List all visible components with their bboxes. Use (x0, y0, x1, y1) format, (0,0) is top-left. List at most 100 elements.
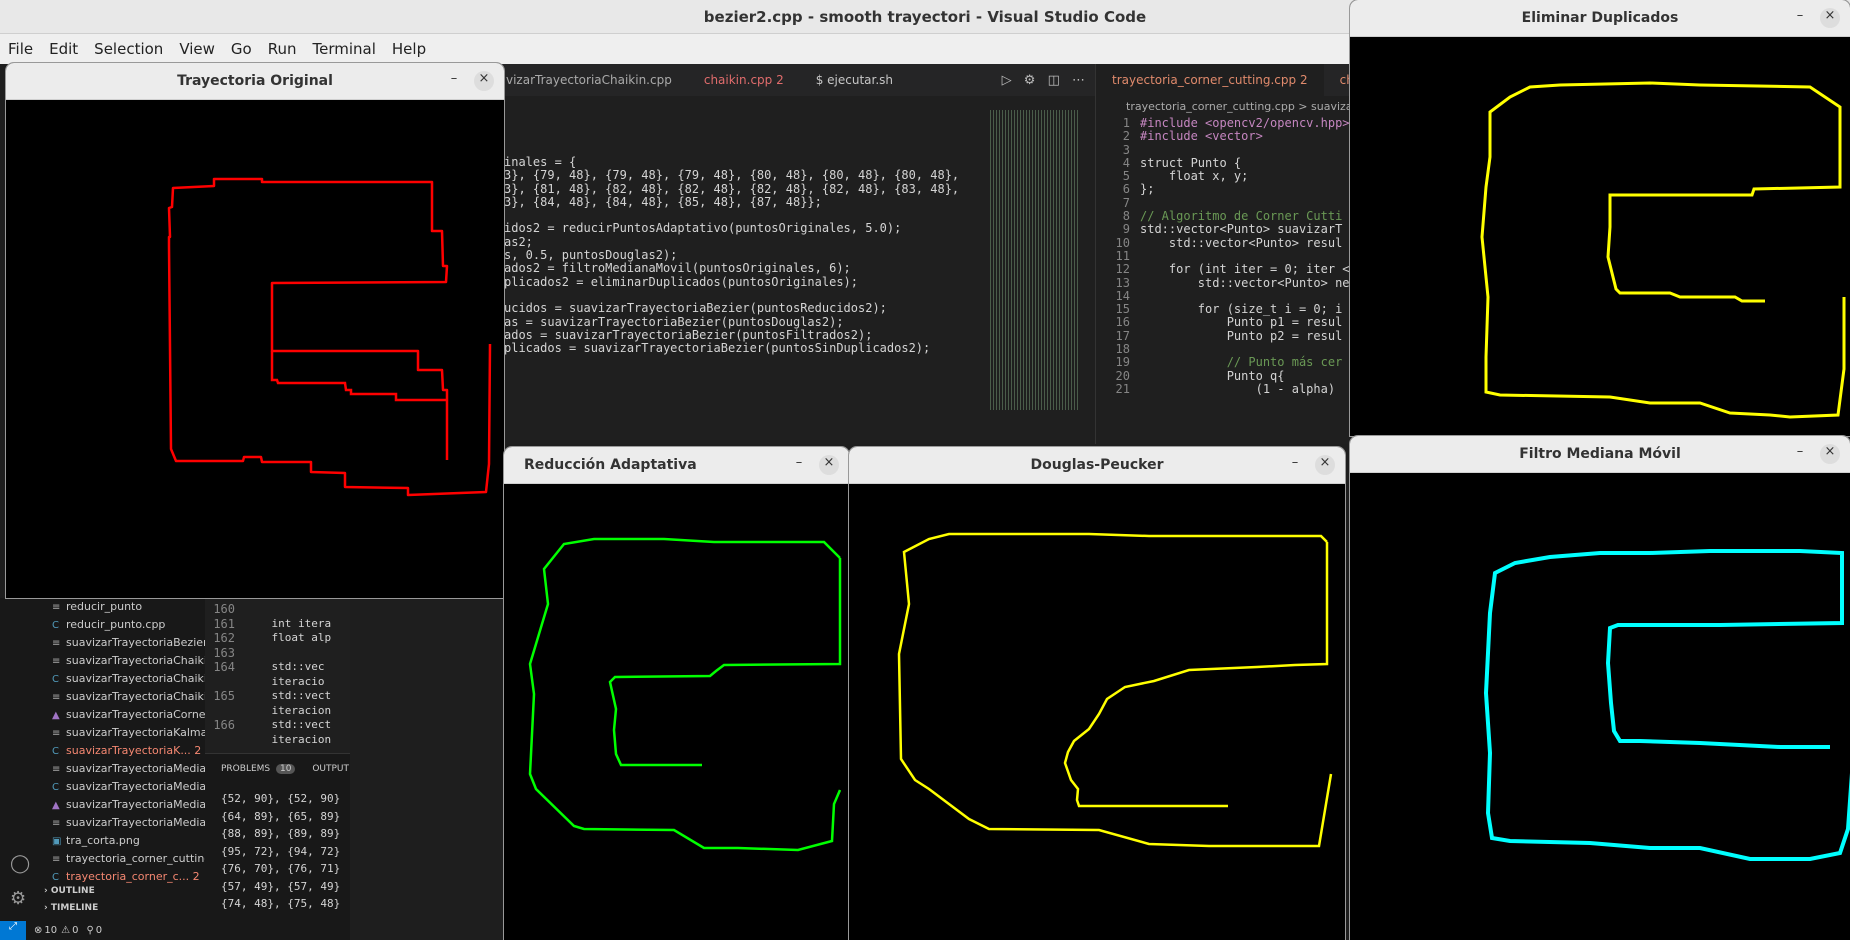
minimize-icon[interactable]: – (1790, 444, 1810, 464)
window-filtro-mediana-movil[interactable]: Filtro Mediana Móvil – × (1350, 436, 1850, 940)
bottom-panel: PROBLEMS 10 OUTPUT {52, 90}, {52, 90} {64… (205, 753, 350, 922)
close-icon[interactable]: × (1820, 444, 1840, 464)
sidebar-file-item[interactable]: ▲ suavizarTrayectoriaCorne... (40, 706, 216, 724)
list-icon: ≡ (52, 854, 61, 865)
sidebar-file-label: reducir_punto.cpp (66, 618, 166, 631)
menu-selection[interactable]: Selection (86, 40, 171, 58)
chevron-right-icon: › (44, 886, 48, 896)
outline-section[interactable]: › OUTLINE (44, 886, 95, 896)
trajectory-canvas (897, 532, 1333, 848)
right-code[interactable]: 1 2 3 4 5 6 7 8 9 10 11 12 13 14 15 16 17 18 19 20 21 #includ… (1096, 116, 1351, 396)
sidebar-file-item[interactable]: ≡ suavizarTrayectoriaKalman (40, 724, 214, 742)
sidebar-file-item[interactable]: Creducir_punto.cpp (40, 616, 205, 634)
sidebar-file-item[interactable]: ≡ suavizarTrayectoriaMedia... (40, 760, 217, 778)
error-icon[interactable]: ⊗ (34, 925, 42, 936)
trajectory-canvas (167, 177, 492, 497)
minimize-icon[interactable]: – (1790, 8, 1810, 28)
warning-icon[interactable]: ⚠ (61, 925, 70, 936)
window-douglas-peucker[interactable]: Douglas-Peucker – × (849, 447, 1345, 940)
more-icon[interactable]: ⋯ (1072, 73, 1085, 88)
line-number: 161 (213, 616, 235, 631)
timeline-section[interactable]: › TIMELINE (44, 903, 98, 913)
lower-code[interactable]: 160 161 162 163 164 165 166 int itera float al… (205, 598, 350, 747)
code-line: iteracio (245, 674, 325, 688)
sidebar-file-label: suavizarTrayectoriaK... 2 (66, 744, 202, 757)
ports-count: 0 (95, 925, 103, 936)
list-icon: ≡ (52, 818, 61, 829)
gear-icon[interactable]: ⚙ (10, 888, 26, 909)
code-line: for (int iter = 0; iter < (1140, 262, 1350, 277)
sidebar-file-label: tra_corta.png (66, 834, 140, 847)
output-tab[interactable]: OUTPUT (312, 764, 349, 774)
line-number (205, 733, 235, 748)
sidebar-file-item[interactable]: ≡ suavizarTrayectoriaBezier (40, 634, 208, 652)
close-icon[interactable]: × (1315, 455, 1335, 475)
split-editor-icon[interactable]: ◫ (1048, 73, 1060, 88)
close-icon[interactable]: × (819, 455, 839, 475)
breadcrumb[interactable]: trayectoria_corner_cutting.cpp > suaviza… (1096, 96, 1364, 117)
menu-terminal[interactable]: Terminal (305, 40, 384, 58)
line-number: 10 (1115, 235, 1130, 250)
line-number: 2 (1122, 129, 1130, 144)
close-icon[interactable]: × (474, 71, 494, 91)
chevron-right-icon: › (44, 903, 48, 913)
window-title: Reducción Adaptativa (524, 457, 697, 473)
code-line: Punto p2 = resul (1140, 328, 1343, 343)
tab-chaikin[interactable]: chaikin.cpp 2 (688, 64, 800, 96)
minimize-icon[interactable]: – (789, 455, 809, 475)
terminal-line: {95, 72}, {94, 72} (221, 844, 341, 858)
tab-corner-cutting[interactable]: trayectoria_corner_cutting.cpp 2 (1096, 64, 1324, 96)
trajectory-canvas (528, 537, 842, 852)
menu-view[interactable]: View (171, 40, 223, 58)
problems-tab[interactable]: PROBLEMS (221, 764, 270, 774)
tab-chaikin-smoothing[interactable]: vizarTrayectoriaChaikin.cpp (490, 64, 688, 96)
gear-icon[interactable]: ⚙ (1024, 73, 1036, 88)
sidebar-file-item[interactable]: ▣ tra_corta.png (40, 832, 205, 850)
trajectory-line (608, 558, 842, 767)
cpp-icon: C (52, 746, 59, 757)
sidebar-file-label: suavizarTrayectoriaMedia... (66, 762, 217, 775)
terminal-line: {74, 48}, {75, 48} (221, 897, 341, 910)
window-trayectoria-original[interactable]: Trayectoria Original – × (6, 63, 504, 598)
sidebar-file-item[interactable]: CsuavizarTrayectoriaChaiki... (40, 670, 217, 688)
sidebar-file-item[interactable]: CsuavizarTrayectoriaMedia... (40, 778, 217, 796)
sidebar-file-item[interactable]: ≡ suavizarTrayectoriaMedia... (40, 814, 217, 832)
remote-icon[interactable]: ⤢ (0, 921, 26, 940)
run-icon[interactable]: ▷ (1002, 73, 1012, 88)
sidebar-file-label: suavizarTrayectoriaMedia... (66, 816, 217, 829)
sidebar-file-item[interactable]: ≡ suavizarTrayectoriaChaikin (40, 652, 214, 670)
line-number (205, 675, 235, 690)
outline-label: OUTLINE (50, 886, 95, 896)
sidebar-file-item[interactable]: CsuavizarTrayectoriaK... 2 (40, 742, 205, 760)
line-number (205, 704, 235, 719)
window-eliminar-duplicados[interactable]: Eliminar Duplicados – × (1350, 0, 1850, 436)
terminal-output[interactable]: {52, 90}, {52, 90} {64, 89}, {65, 89} {88,… (205, 784, 350, 919)
code-line: struct Punto { (1140, 155, 1242, 170)
account-icon[interactable]: ◯ (10, 853, 30, 874)
minimize-icon[interactable]: – (444, 71, 464, 91)
right-editor: trayectoria_corner_cutting.cpp 2 cha tra… (1095, 64, 1364, 444)
trajectory-line (1063, 542, 1329, 808)
sidebar-file-item[interactable]: ≡ reducir_punto (40, 598, 205, 616)
menu-help[interactable]: Help (384, 40, 434, 58)
menu-run[interactable]: Run (260, 40, 305, 58)
ports-icon[interactable]: ⚲ (86, 925, 93, 936)
menu-file[interactable]: File (0, 40, 41, 58)
sidebar-file-item[interactable]: ▲ suavizarTrayectoriaMedia... (40, 796, 217, 814)
trajectory-canvas (1483, 549, 1850, 861)
menu-go[interactable]: Go (223, 40, 260, 58)
sidebar-file-item[interactable]: ≡ suavizarTrayectoriaChaiki... (40, 688, 217, 706)
close-icon[interactable]: × (1820, 8, 1840, 28)
code-line: (1 - alpha) (1140, 381, 1336, 396)
minimize-icon[interactable]: – (1285, 455, 1305, 475)
trajectory-line (528, 537, 842, 852)
sidebar-file-item[interactable]: Ctrayectoria_corner_c... 2 (40, 868, 205, 886)
sidebar-file-item[interactable]: ≡ trayectoria_corner_cutting (40, 850, 211, 868)
tab-ejecutar[interactable]: $ ejecutar.sh (800, 64, 909, 96)
sidebar-file-label: suavizarTrayectoriaKalman (66, 726, 215, 739)
window-reduccion-adaptativa[interactable]: Reducción Adaptativa – × (504, 447, 849, 940)
minimap[interactable] (990, 110, 1080, 410)
menu-edit[interactable]: Edit (41, 40, 86, 58)
